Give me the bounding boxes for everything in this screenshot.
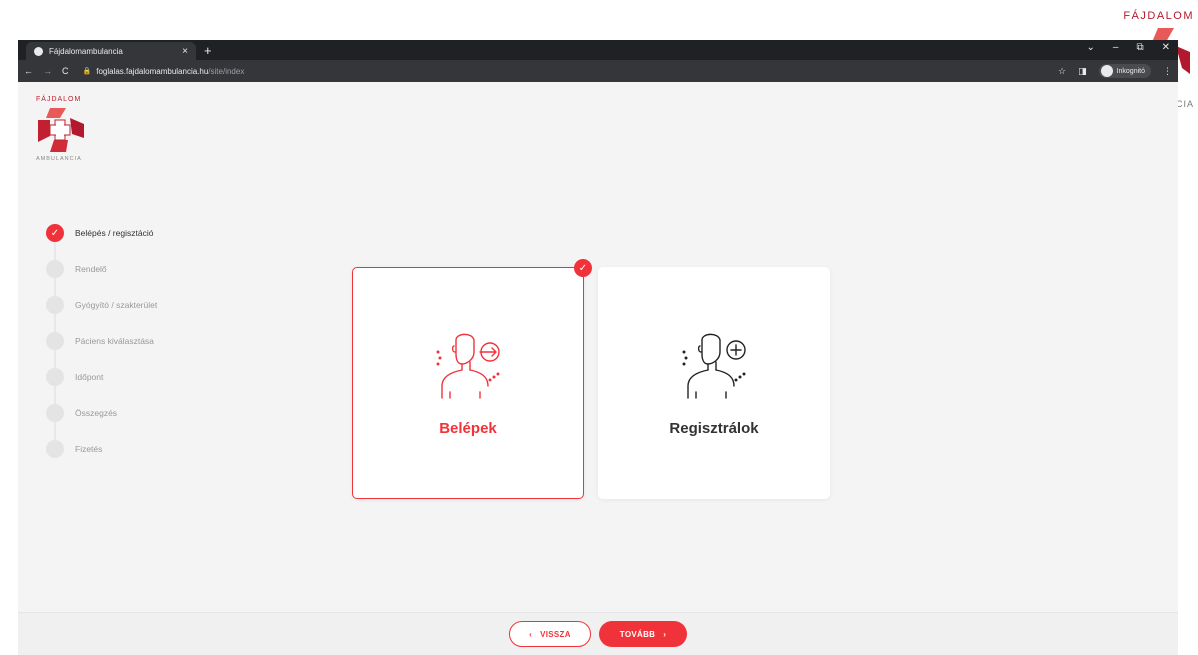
step-label: Páciens kiválasztása bbox=[75, 336, 154, 346]
step-dot bbox=[46, 260, 64, 278]
step-dot bbox=[46, 296, 64, 314]
step-dot bbox=[46, 440, 64, 458]
back-button[interactable]: ‹ VISSZA bbox=[509, 621, 591, 647]
incognito-badge[interactable]: Inkognitó bbox=[1098, 64, 1151, 78]
incognito-icon bbox=[1100, 65, 1113, 77]
step-label: Fizetés bbox=[75, 444, 103, 454]
person-add-icon bbox=[682, 333, 746, 399]
step-dot bbox=[46, 404, 64, 422]
background-logo-top-text: FÁJDALOM bbox=[1123, 10, 1194, 22]
step-label: Rendelő bbox=[75, 264, 107, 274]
chevron-left-icon: ‹ bbox=[529, 629, 533, 639]
selected-check-icon: ✓ bbox=[574, 259, 592, 277]
menu-kebab-icon[interactable]: ⋮ bbox=[1163, 66, 1172, 77]
background-logo-bottom-text: CIA bbox=[1175, 99, 1194, 109]
step-clinic[interactable]: Rendelő bbox=[46, 251, 157, 287]
person-login-icon bbox=[436, 333, 500, 399]
site-logo[interactable]: FÁJDALOM AMBULANCIA bbox=[36, 96, 96, 162]
forward-arrow-icon[interactable]: → bbox=[43, 66, 52, 76]
back-arrow-icon[interactable]: ← bbox=[24, 66, 33, 76]
tab-search-icon[interactable]: ⌄ bbox=[1087, 42, 1095, 53]
step-payment[interactable]: Fizetés bbox=[46, 431, 157, 467]
close-tab-icon[interactable]: × bbox=[182, 46, 188, 57]
next-button[interactable]: TOVÁBB › bbox=[599, 621, 687, 647]
screenshot: FÁJDALOM CIA Fájdalomambulancia × + ⌄ – … bbox=[0, 0, 1198, 655]
bookmark-star-icon[interactable]: ☆ bbox=[1058, 66, 1066, 77]
login-card-title: Belépek bbox=[439, 419, 497, 437]
logo-cross-icon bbox=[38, 108, 84, 152]
incognito-label: Inkognitó bbox=[1116, 67, 1145, 75]
reload-icon[interactable]: C bbox=[62, 66, 69, 76]
url-path: /site/index bbox=[208, 66, 245, 76]
check-icon: ✓ bbox=[46, 224, 64, 242]
new-tab-button[interactable]: + bbox=[204, 43, 212, 58]
site-content: FÁJDALOM AMBULANCIA ✓ Belépés / regisztá… bbox=[18, 82, 1178, 655]
step-label: Gyógyító / szakterület bbox=[75, 300, 158, 310]
browser-window: Fájdalomambulancia × + ⌄ – ⧉ ✕ ← → C 🔒 f… bbox=[18, 40, 1178, 655]
address-bar-row: ← → C 🔒 foglalas.fajdalomambulancia.hu/s… bbox=[18, 60, 1178, 82]
toolbar-right: ☆ ◨ Inkognitó ⋮ bbox=[1058, 64, 1172, 78]
window-controls: ⌄ – ⧉ ✕ bbox=[1087, 42, 1170, 53]
logo-top-text: FÁJDALOM bbox=[36, 96, 82, 103]
tab-title: Fájdalomambulancia bbox=[49, 46, 123, 56]
step-label: Belépés / regisztáció bbox=[75, 228, 154, 238]
chevron-right-icon: › bbox=[663, 629, 667, 639]
choice-cards: ✓ Belépek Regisztrálok bbox=[352, 259, 830, 499]
url-input[interactable]: 🔒 foglalas.fajdalomambulancia.hu/site/in… bbox=[79, 63, 1048, 79]
step-summary[interactable]: Összegzés bbox=[46, 395, 157, 431]
step-appointment[interactable]: Időpont bbox=[46, 359, 157, 395]
back-button-label: VISSZA bbox=[540, 629, 571, 639]
register-card-title: Regisztrálok bbox=[669, 419, 759, 437]
logo-bottom-text: AMBULANCIA bbox=[36, 156, 82, 162]
close-window-icon[interactable]: ✕ bbox=[1162, 42, 1170, 53]
step-label: Időpont bbox=[75, 372, 104, 382]
tab-bar: Fájdalomambulancia × + ⌄ – ⧉ ✕ bbox=[18, 40, 1178, 60]
step-login-register[interactable]: ✓ Belépés / regisztáció bbox=[46, 215, 157, 251]
step-dot bbox=[46, 368, 64, 386]
step-label: Összegzés bbox=[75, 408, 118, 418]
minimize-icon[interactable]: – bbox=[1113, 42, 1119, 53]
url-host: foglalas.fajdalomambulancia.hu bbox=[96, 66, 209, 76]
next-button-label: TOVÁBB bbox=[619, 629, 656, 639]
step-doctor-specialty[interactable]: Gyógyító / szakterület bbox=[46, 287, 157, 323]
login-card[interactable]: ✓ Belépek bbox=[352, 259, 592, 499]
lock-icon: 🔒 bbox=[82, 68, 92, 75]
progress-steps: ✓ Belépés / regisztáció Rendelő Gyógyító… bbox=[46, 215, 157, 467]
browser-tab[interactable]: Fájdalomambulancia × bbox=[26, 42, 196, 60]
favicon-icon bbox=[34, 46, 43, 56]
step-patient-select[interactable]: Páciens kiválasztása bbox=[46, 323, 157, 359]
footer-nav: ‹ VISSZA TOVÁBB › bbox=[18, 612, 1178, 655]
step-dot bbox=[46, 332, 64, 350]
restore-icon[interactable]: ⧉ bbox=[1136, 42, 1143, 53]
register-card[interactable]: Regisztrálok bbox=[598, 267, 830, 499]
side-panel-icon[interactable]: ◨ bbox=[1078, 66, 1087, 77]
